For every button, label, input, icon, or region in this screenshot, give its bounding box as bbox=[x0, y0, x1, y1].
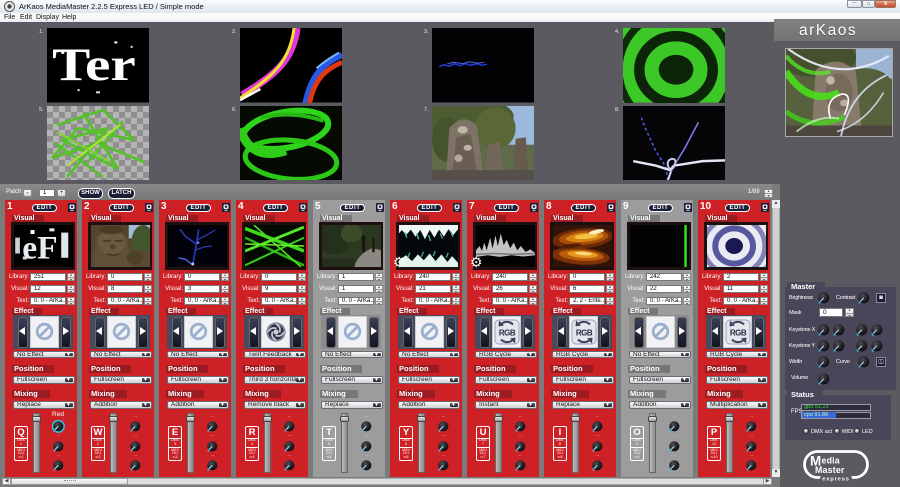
svg-text:edia: edia bbox=[822, 456, 840, 466]
svg-text:express: express bbox=[822, 477, 850, 483]
svg-text:Ter: Ter bbox=[52, 39, 136, 90]
svg-text:RGB: RGB bbox=[498, 329, 515, 338]
svg-text:RGB: RGB bbox=[575, 329, 592, 338]
svg-text:eF: eF bbox=[22, 231, 57, 267]
svg-text:Master: Master bbox=[815, 465, 845, 475]
svg-text:RGB: RGB bbox=[729, 329, 746, 338]
